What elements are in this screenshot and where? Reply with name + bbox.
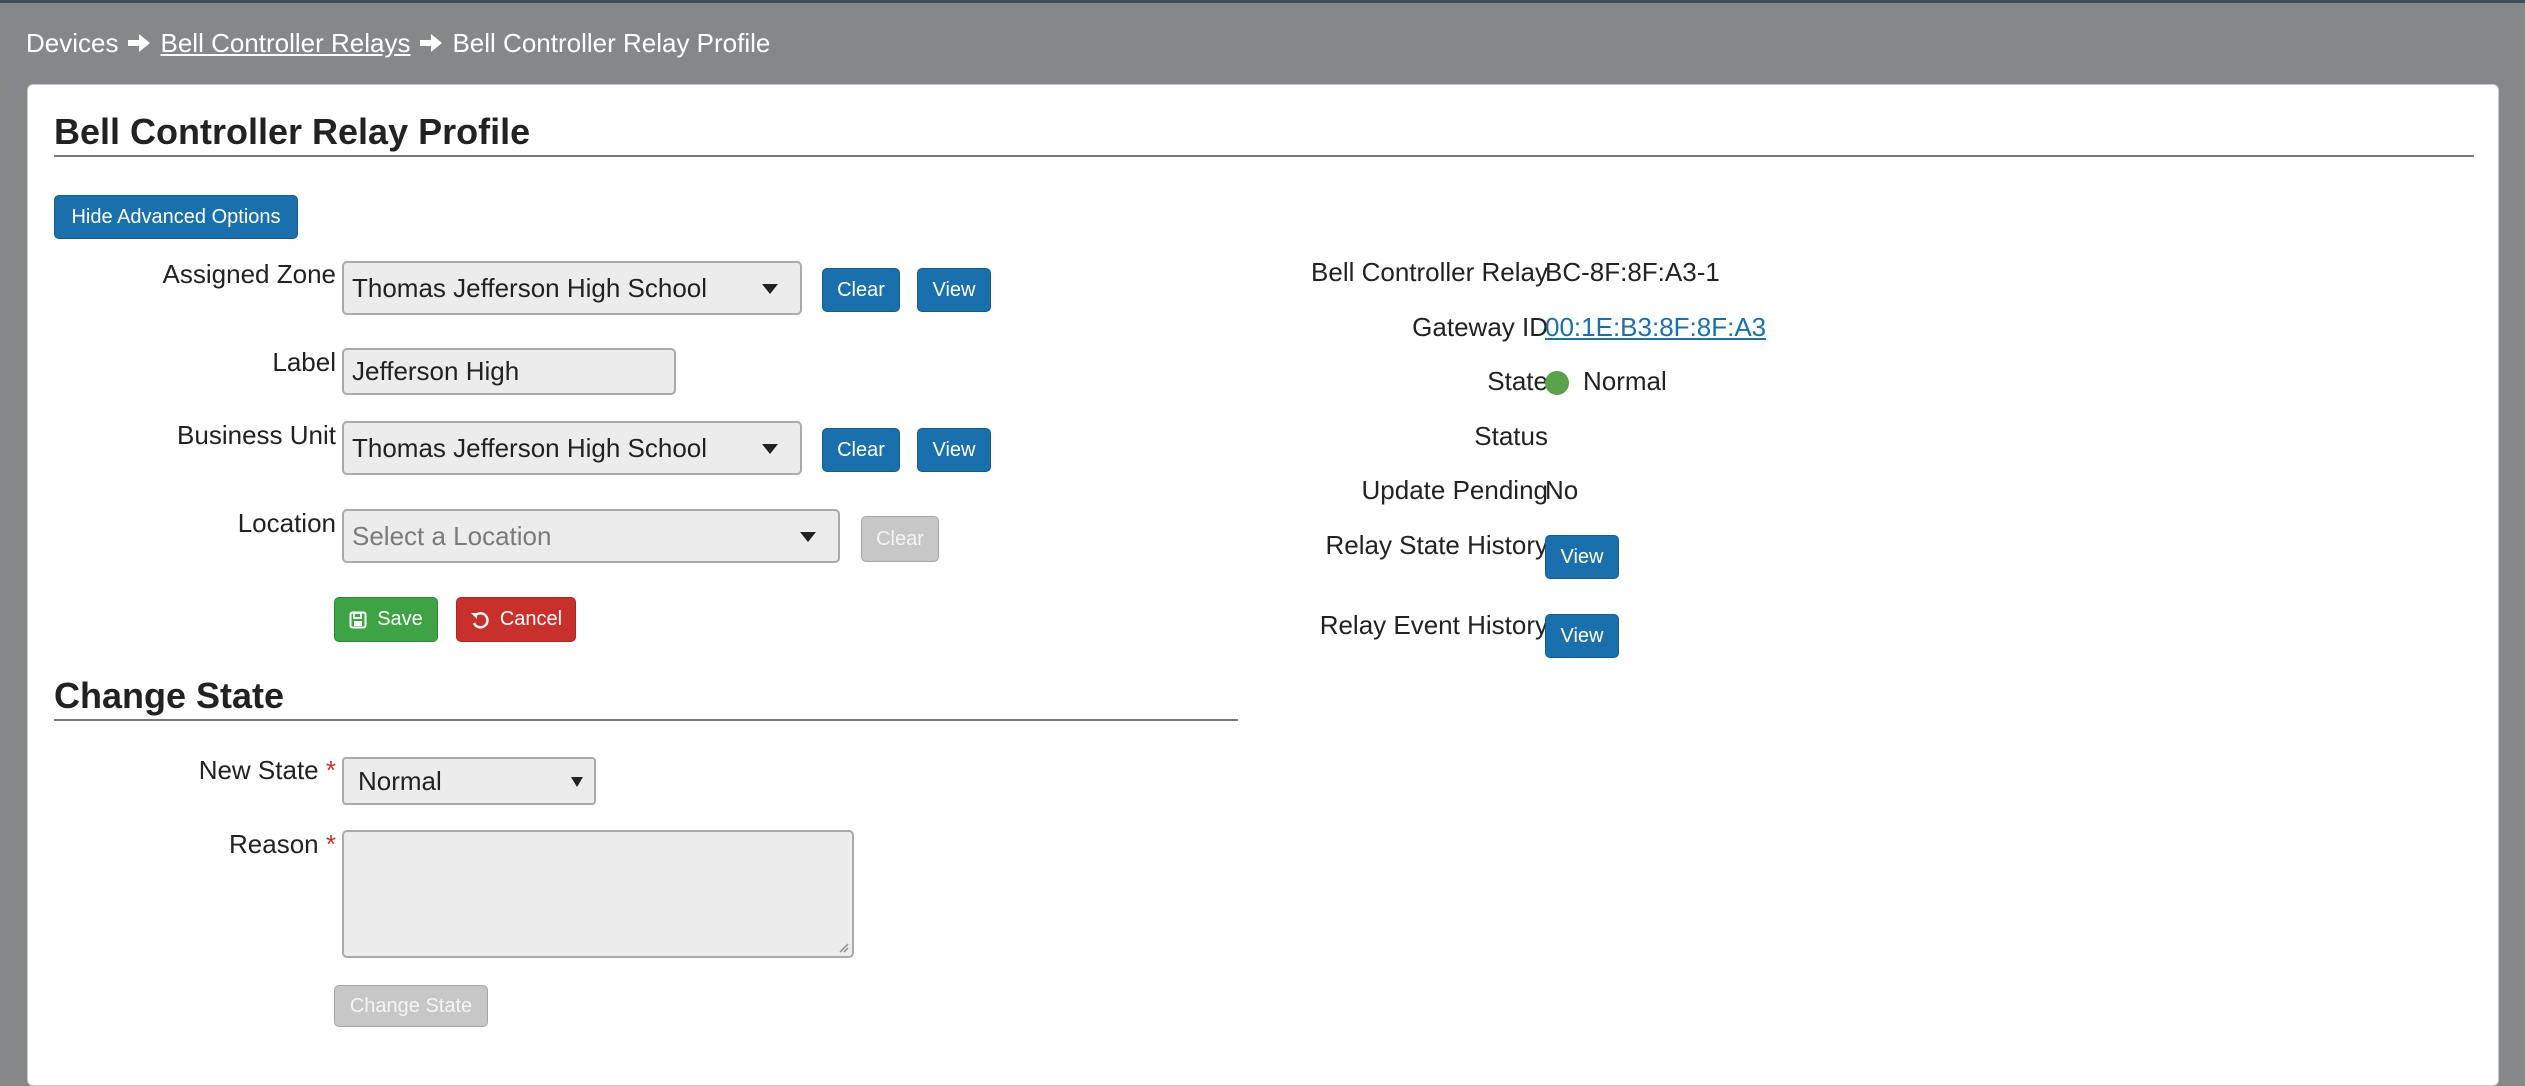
- resize-handle-icon[interactable]: [837, 941, 849, 953]
- reason-label-text: Reason: [229, 829, 319, 859]
- new-state-label: New State *: [54, 755, 336, 786]
- label-value: Jefferson High: [352, 356, 520, 386]
- business-unit-label: Business Unit: [177, 420, 336, 450]
- assigned-zone-select[interactable]: Thomas Jefferson High School: [342, 261, 802, 315]
- breadcrumb-current: Bell Controller Relay Profile: [452, 27, 771, 58]
- cancel-button[interactable]: Cancel: [456, 597, 576, 642]
- breadcrumb-devices: Devices: [26, 27, 119, 58]
- state-value: Normal: [1545, 366, 1667, 397]
- gateway-id-label: Gateway ID: [1412, 312, 1548, 342]
- new-state-select[interactable]: Normal: [342, 757, 596, 805]
- location-label: Location: [237, 508, 336, 538]
- save-button[interactable]: Save: [334, 597, 438, 642]
- gateway-id-link[interactable]: 00:1E:B3:8F:8F:A3: [1545, 312, 1766, 343]
- breadcrumb: Devices Bell Controller Relays Bell Cont…: [26, 26, 770, 60]
- relay-value: BC-8F:8F:A3-1: [1545, 257, 1720, 287]
- change-state-button[interactable]: Change State: [334, 985, 488, 1027]
- cancel-label: Cancel: [499, 608, 563, 630]
- new-state-value: Normal: [358, 765, 442, 796]
- top-border: [0, 0, 2525, 3]
- business-unit-value: Thomas Jefferson High School: [352, 432, 708, 463]
- page-title: Bell Controller Relay Profile: [54, 111, 2474, 157]
- location-placeholder: Select a Location: [352, 520, 552, 551]
- label-input[interactable]: Jefferson High: [342, 348, 676, 395]
- state-label: State: [1487, 366, 1548, 396]
- relay-state-history-label: Relay State History: [1325, 530, 1548, 560]
- required-marker: *: [325, 755, 336, 785]
- location-select[interactable]: Select a Location: [342, 509, 840, 563]
- required-marker: *: [325, 829, 336, 859]
- save-label: Save: [377, 608, 423, 630]
- assigned-zone-clear-button[interactable]: Clear: [822, 268, 900, 312]
- business-unit-select[interactable]: Thomas Jefferson High School: [342, 421, 802, 475]
- business-unit-clear-button[interactable]: Clear: [822, 428, 900, 472]
- profile-panel: Bell Controller Relay Profile Hide Advan…: [27, 84, 2499, 1086]
- relay-label: Bell Controller Relay: [1311, 257, 1548, 287]
- assigned-zone-label: Assigned Zone: [162, 259, 336, 289]
- new-state-label-text: New State: [198, 755, 319, 785]
- label-label: Label: [272, 347, 336, 377]
- arrow-right-icon: [418, 30, 444, 56]
- relay-state-history-view-button[interactable]: View: [1545, 535, 1619, 579]
- assigned-zone-value: Thomas Jefferson High School: [352, 272, 708, 303]
- location-clear-button[interactable]: Clear: [861, 516, 939, 562]
- caret-down-icon: [571, 777, 583, 787]
- status-label: Status: [1474, 421, 1548, 451]
- caret-down-icon: [762, 284, 778, 294]
- floppy-disk-icon: [349, 611, 367, 628]
- update-pending-label: Update Pending: [1361, 475, 1548, 505]
- update-pending-value: No: [1545, 475, 1579, 505]
- change-state-title: Change State: [54, 675, 1238, 721]
- breadcrumb-bell-controller-relays[interactable]: Bell Controller Relays: [160, 28, 410, 59]
- arrow-right-icon: [126, 30, 152, 56]
- caret-down-icon: [762, 444, 778, 454]
- reason-textarea[interactable]: [342, 830, 854, 958]
- relay-event-history-label: Relay Event History: [1319, 610, 1548, 640]
- hide-advanced-options-button[interactable]: Hide Advanced Options: [54, 195, 298, 239]
- business-unit-view-button[interactable]: View: [917, 428, 991, 472]
- caret-down-icon: [800, 532, 816, 542]
- relay-event-history-view-button[interactable]: View: [1545, 614, 1619, 658]
- reason-label: Reason *: [54, 829, 336, 860]
- state-text: Normal: [1583, 366, 1667, 396]
- status-dot-icon: [1545, 371, 1569, 396]
- undo-icon: [470, 611, 489, 629]
- assigned-zone-view-button[interactable]: View: [917, 268, 991, 312]
